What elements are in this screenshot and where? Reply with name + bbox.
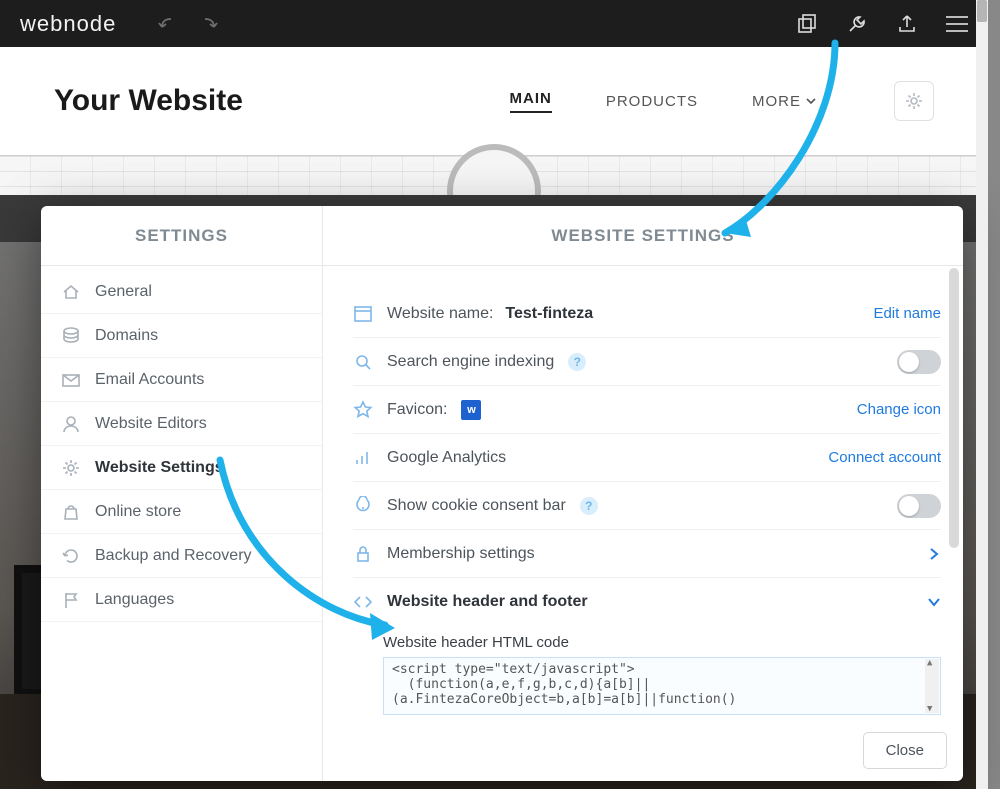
editor-topbar: webnode bbox=[0, 0, 988, 47]
membership-label: Membership settings bbox=[387, 545, 535, 563]
sidebar-item-label: Languages bbox=[95, 591, 174, 609]
nav-main[interactable]: MAIN bbox=[510, 90, 552, 113]
nav-products[interactable]: PRODUCTS bbox=[606, 93, 698, 110]
chevron-down-icon bbox=[927, 595, 941, 609]
user-icon bbox=[61, 414, 81, 434]
window-icon bbox=[353, 304, 373, 324]
textarea-scrollbar[interactable] bbox=[925, 659, 939, 713]
help-icon[interactable]: ? bbox=[568, 353, 586, 371]
chevron-right-icon bbox=[927, 547, 941, 561]
help-icon[interactable]: ? bbox=[580, 497, 598, 515]
sidebar-item-website-settings[interactable]: Website Settings bbox=[41, 446, 322, 490]
chevron-down-icon bbox=[806, 96, 816, 106]
name-label: Website name: bbox=[387, 305, 493, 323]
settings-sidebar: General Domains Email Accounts Website E… bbox=[41, 266, 323, 781]
sidebar-item-backup[interactable]: Backup and Recovery bbox=[41, 534, 322, 578]
search-icon bbox=[353, 352, 373, 372]
pages-icon[interactable] bbox=[796, 13, 818, 35]
bag-icon bbox=[61, 502, 81, 522]
sidebar-item-label: General bbox=[95, 283, 152, 301]
mail-icon bbox=[61, 370, 81, 390]
site-header: Your Website MAIN PRODUCTS MORE bbox=[0, 47, 988, 155]
settings-content: Website name: Test-finteza Edit name Sea… bbox=[323, 266, 963, 781]
favicon-label: Favicon: bbox=[387, 401, 447, 419]
connect-account-link[interactable]: Connect account bbox=[828, 449, 941, 466]
restore-icon bbox=[61, 546, 81, 566]
settings-button[interactable] bbox=[894, 81, 934, 121]
publish-icon[interactable] bbox=[896, 13, 918, 35]
redo-icon[interactable] bbox=[198, 13, 220, 35]
sidebar-item-label: Domains bbox=[95, 327, 158, 345]
search-indexing-label: Search engine indexing bbox=[387, 353, 554, 371]
search-indexing-toggle[interactable] bbox=[897, 350, 941, 374]
analytics-icon bbox=[353, 448, 373, 468]
edit-name-link[interactable]: Edit name bbox=[873, 305, 941, 322]
gear-icon bbox=[904, 91, 924, 111]
content-scrollbar[interactable] bbox=[949, 268, 959, 721]
settings-modal: SETTINGS WEBSITE SETTINGS General Domain… bbox=[41, 206, 963, 781]
header-html-code: <script type="text/javascript"> (functio… bbox=[392, 662, 736, 707]
row-search-indexing: Search engine indexing ? bbox=[353, 338, 941, 386]
sidebar-item-email[interactable]: Email Accounts bbox=[41, 358, 322, 402]
cookie-icon bbox=[353, 496, 373, 516]
row-website-name: Website name: Test-finteza Edit name bbox=[353, 290, 941, 338]
home-icon bbox=[61, 282, 81, 302]
brand-logo: webnode bbox=[20, 11, 116, 37]
sidebar-item-label: Online store bbox=[95, 503, 181, 521]
panel-title: WEBSITE SETTINGS bbox=[323, 206, 963, 265]
gear-icon bbox=[61, 458, 81, 478]
site-title[interactable]: Your Website bbox=[54, 84, 243, 118]
row-favicon: Favicon: w Change icon bbox=[353, 386, 941, 434]
google-analytics-label: Google Analytics bbox=[387, 449, 506, 467]
sidebar-item-label: Website Editors bbox=[95, 415, 207, 433]
window-scrollbar[interactable] bbox=[976, 0, 988, 789]
undo-icon[interactable] bbox=[156, 13, 178, 35]
row-header-footer[interactable]: Website header and footer bbox=[353, 578, 941, 626]
sidebar-item-editors[interactable]: Website Editors bbox=[41, 402, 322, 446]
lock-icon bbox=[353, 544, 373, 564]
sidebar-item-label: Backup and Recovery bbox=[95, 547, 252, 565]
change-icon-link[interactable]: Change icon bbox=[857, 401, 941, 418]
code-icon bbox=[353, 592, 373, 612]
menu-icon[interactable] bbox=[946, 16, 968, 32]
header-footer-label: Website header and footer bbox=[387, 593, 588, 611]
sidebar-item-languages[interactable]: Languages bbox=[41, 578, 322, 622]
favicon-preview: w bbox=[461, 400, 481, 420]
row-membership[interactable]: Membership settings bbox=[353, 530, 941, 578]
sidebar-item-label: Email Accounts bbox=[95, 371, 204, 389]
cookie-bar-toggle[interactable] bbox=[897, 494, 941, 518]
sidebar-item-store[interactable]: Online store bbox=[41, 490, 322, 534]
header-html-textarea[interactable]: <script type="text/javascript"> (functio… bbox=[383, 657, 941, 715]
sidebar-item-domains[interactable]: Domains bbox=[41, 314, 322, 358]
sidebar-item-general[interactable]: General bbox=[41, 270, 322, 314]
row-google-analytics: Google Analytics Connect account bbox=[353, 434, 941, 482]
row-cookie-bar: Show cookie consent bar ? bbox=[353, 482, 941, 530]
sidebar-item-label: Website Settings bbox=[95, 459, 224, 477]
name-value: Test-finteza bbox=[505, 305, 593, 323]
wrench-icon[interactable] bbox=[846, 13, 868, 35]
header-html-label: Website header HTML code bbox=[353, 626, 941, 657]
cookie-bar-label: Show cookie consent bar bbox=[387, 497, 566, 515]
nav-more[interactable]: MORE bbox=[752, 93, 816, 110]
database-icon bbox=[61, 326, 81, 346]
star-icon bbox=[353, 400, 373, 420]
sidebar-title: SETTINGS bbox=[41, 206, 323, 265]
close-button[interactable]: Close bbox=[863, 732, 947, 769]
nav-more-label: MORE bbox=[752, 93, 801, 110]
flag-icon bbox=[61, 590, 81, 610]
